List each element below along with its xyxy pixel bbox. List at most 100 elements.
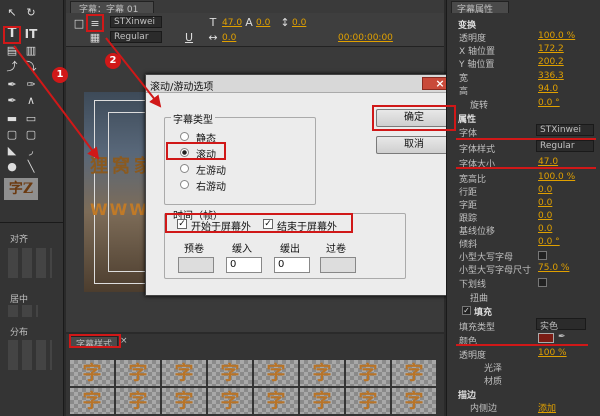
rounded-corner-tool-icon[interactable]: ▢	[24, 128, 38, 142]
smallcaps-checkbox[interactable]	[538, 251, 547, 260]
center-buttons[interactable]	[8, 305, 38, 317]
arc-tool-icon[interactable]: ◞	[24, 144, 38, 158]
rotation-tool-icon[interactable]: ↻	[24, 6, 38, 20]
sheen-label[interactable]: 光泽	[484, 361, 502, 374]
title-styles-close-icon[interactable]: ×	[120, 336, 128, 346]
smallcaps-size-value[interactable]: 75.0 %	[538, 263, 569, 273]
radio-crawl-right[interactable]	[180, 180, 189, 189]
font-select[interactable]: STXinwei	[110, 16, 162, 28]
timecode-value[interactable]: 00:00:00:00	[338, 33, 393, 43]
font-style-select[interactable]: Regular	[110, 31, 162, 43]
vertical-type-tool-icon[interactable]: IT	[24, 27, 38, 41]
attributes-section-label[interactable]: 属性	[458, 112, 476, 125]
fill-checkbox[interactable]: ✓	[462, 306, 471, 315]
tracking-prop-value[interactable]: 0.0	[538, 211, 552, 221]
ease-in-field[interactable]: 0	[226, 257, 262, 273]
font-family-select[interactable]: STXinwei	[536, 124, 594, 136]
title-style-thumbnail[interactable]: 字	[300, 360, 344, 386]
baseline-value[interactable]: 0.0	[538, 224, 552, 234]
underline-checkbox[interactable]	[538, 278, 547, 287]
title-style-thumbnail[interactable]: 字	[162, 360, 206, 386]
templates-icon[interactable]: ▦	[88, 31, 102, 45]
title-style-thumbnail[interactable]: 字	[300, 388, 344, 414]
height-value[interactable]: 94.0	[538, 84, 558, 94]
leading-prop-value[interactable]: 0.0	[538, 185, 552, 195]
tracking-icon: ↔	[208, 31, 218, 44]
leading-value[interactable]: 0.0	[292, 18, 306, 28]
rotation-label: 旋转	[470, 101, 489, 111]
rounded-rectangle-tool-icon[interactable]: ▢	[5, 128, 19, 142]
path-type-tool-icon[interactable]: ⤴	[5, 60, 19, 74]
radio-still[interactable]	[180, 132, 189, 141]
preroll-label: 预卷	[184, 244, 204, 255]
selection-tool-icon[interactable]: ↖	[5, 6, 19, 20]
new-title-icon[interactable]: □	[72, 17, 86, 31]
ellipse-tool-icon[interactable]: ●	[5, 160, 19, 174]
smallcaps-label: 小型大写字母	[459, 253, 514, 263]
kerning-value[interactable]: 0.0	[256, 18, 270, 28]
title-style-thumbnail[interactable]: 字	[70, 360, 114, 386]
postroll-field[interactable]	[320, 257, 356, 273]
properties-tab[interactable]: 字幕属性	[451, 1, 509, 15]
add-anchor-tool-icon[interactable]: ✒	[5, 94, 19, 108]
align-buttons[interactable]	[8, 248, 52, 278]
annotation-box-type-tool	[3, 26, 21, 44]
clipped-rectangle-tool-icon[interactable]: ▭	[24, 112, 38, 126]
delete-anchor-tool-icon[interactable]: ✑	[24, 78, 38, 92]
title-styles-grid: 字字字字字字字字字字字字字字字字	[70, 360, 442, 416]
title-style-thumbnail[interactable]: 字	[392, 360, 436, 386]
font-size-value[interactable]: 47.0	[222, 18, 242, 28]
annotation-box-title-styles-tab	[69, 334, 121, 348]
opacity-value[interactable]: 100.0 %	[538, 31, 575, 41]
width-value[interactable]: 336.3	[538, 71, 564, 81]
aspect-value[interactable]: 100.0 %	[538, 172, 575, 182]
title-style-thumbnail[interactable]: 字	[208, 388, 252, 414]
eyedropper-icon[interactable]: ✒	[558, 332, 566, 342]
vertical-area-type-tool-icon[interactable]: ▥	[24, 44, 38, 58]
texture-label[interactable]: 材质	[484, 374, 502, 387]
tracking-value[interactable]: 0.0	[222, 33, 236, 43]
fill-type-dropdown[interactable]: 实色	[536, 318, 586, 332]
kerning-prop-label: 字距	[459, 201, 478, 211]
title-style-thumbnail[interactable]: 字	[70, 388, 114, 414]
canvas-text-2[interactable]: WWW	[90, 200, 149, 219]
vertical-path-type-tool-icon[interactable]: ⤵	[24, 60, 38, 74]
slant-value[interactable]: 0.0 °	[538, 237, 560, 247]
x-position-value[interactable]: 172.2	[538, 44, 564, 54]
title-style-thumbnail[interactable]: 字	[162, 388, 206, 414]
rectangle-tool-icon[interactable]: ▬	[5, 112, 19, 126]
pen-tool-icon[interactable]: ✒	[5, 78, 19, 92]
strokes-section-label[interactable]: 描边	[458, 388, 476, 401]
kerning-prop-value[interactable]: 0.0	[538, 198, 552, 208]
title-style-thumbnail[interactable]: 字	[208, 360, 252, 386]
title-style-thumbnail[interactable]: 字	[116, 360, 160, 386]
title-tab[interactable]: 字幕：字幕 01	[70, 1, 154, 15]
color-swatch[interactable]	[538, 333, 554, 343]
underline-icon[interactable]: U	[182, 31, 196, 45]
title-style-thumbnail[interactable]: 字	[254, 388, 298, 414]
inner-stroke-add-link[interactable]: 添加	[538, 401, 556, 414]
rotation-value[interactable]: 0.0 °	[538, 98, 560, 108]
transform-section-label[interactable]: 变换	[458, 18, 476, 31]
title-style-thumbnail[interactable]: 字	[346, 360, 390, 386]
title-style-thumbnail[interactable]: 字	[254, 360, 298, 386]
line-tool-icon[interactable]: ╲	[24, 160, 38, 174]
title-style-thumbnail[interactable]: 字	[392, 388, 436, 414]
ease-out-field[interactable]: 0	[274, 257, 310, 273]
font-style-dropdown[interactable]: Regular	[536, 140, 594, 152]
fill-section-label[interactable]: 填充	[474, 305, 492, 318]
font-size-prop-value[interactable]: 47.0	[538, 157, 558, 167]
aspect-label: 宽高比	[459, 175, 487, 185]
title-style-thumbnail[interactable]: 字	[116, 388, 160, 414]
distribute-buttons[interactable]	[8, 340, 52, 370]
distort-label[interactable]: 扭曲	[470, 291, 488, 304]
y-position-value[interactable]: 200.2	[538, 57, 564, 67]
preroll-field[interactable]	[178, 257, 214, 273]
area-type-tool-icon[interactable]: ▤	[5, 44, 19, 58]
title-style-thumbnail[interactable]: 字	[346, 388, 390, 414]
fill-opacity-value[interactable]: 100 %	[538, 348, 567, 358]
convert-anchor-tool-icon[interactable]: ∧	[24, 94, 38, 108]
radio-crawl-left[interactable]	[180, 164, 189, 173]
cancel-button[interactable]: 取消	[376, 136, 452, 154]
wedge-tool-icon[interactable]: ◣	[5, 144, 19, 158]
